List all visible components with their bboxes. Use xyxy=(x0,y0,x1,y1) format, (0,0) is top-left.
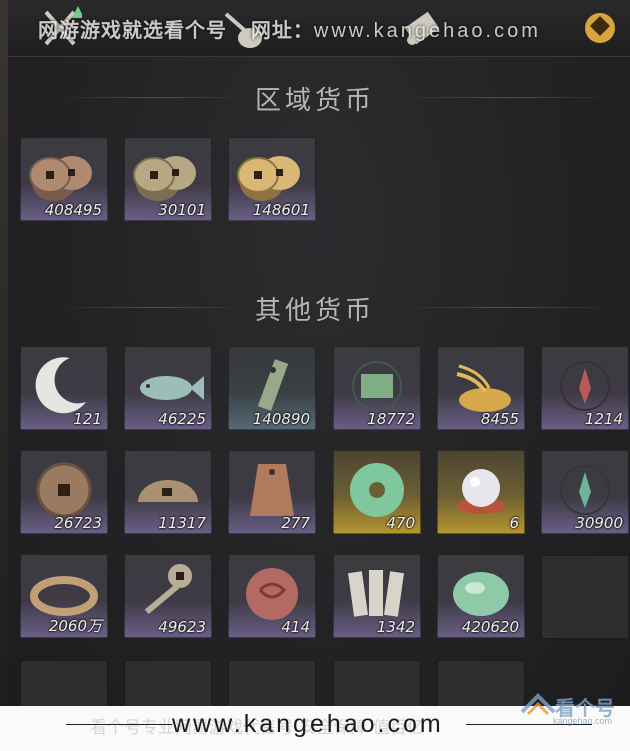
currency-slot[interactable]: 420620 xyxy=(437,554,525,638)
currency-tab-icon[interactable] xyxy=(578,6,622,50)
currency-count: 140890 xyxy=(252,410,310,428)
currency-slot[interactable]: 140890 xyxy=(228,346,316,430)
currency-count: 277 xyxy=(281,514,310,532)
currency-slot[interactable]: 46225 xyxy=(124,346,212,430)
section-title-regional: 区域货币 xyxy=(254,86,375,116)
currency-count: 6 xyxy=(509,514,519,532)
currency-count: 414 xyxy=(281,618,310,636)
currency-count: 30101 xyxy=(158,201,206,219)
currency-slot[interactable]: 408495 xyxy=(20,137,108,221)
currency-slot[interactable]: 414 xyxy=(228,554,316,638)
currency-count: 18772 xyxy=(367,410,415,428)
currency-slot[interactable]: 277 xyxy=(228,450,316,534)
currency-count: 11317 xyxy=(158,514,206,532)
section-title-other: 其他货币 xyxy=(254,296,375,326)
footer-url: www.kangehao.com xyxy=(172,710,444,738)
currency-count: 420620 xyxy=(461,618,519,636)
currency-slot[interactable]: 6 xyxy=(437,450,525,534)
currency-slot[interactable]: 30900 xyxy=(541,450,629,534)
currency-slot[interactable]: 8455 xyxy=(437,346,525,430)
watermark-logo-sub: kangehao.com xyxy=(553,716,613,726)
currency-slot[interactable]: 2060万 xyxy=(20,554,108,638)
currency-count: 470 xyxy=(386,514,415,532)
empty-slot xyxy=(541,555,629,639)
currency-count: 2060万 xyxy=(48,617,102,635)
currency-count: 148601 xyxy=(252,201,310,219)
watermark-logo-icon xyxy=(520,693,556,716)
currency-slot[interactable]: 121 xyxy=(20,346,108,430)
top-watermark: 网游游戏就选看个号 网址：www.kangehao.com xyxy=(38,18,541,42)
currency-count: 1214 xyxy=(584,410,623,428)
footer-line-left xyxy=(66,724,172,725)
currency-slot[interactable]: 49623 xyxy=(124,554,212,638)
currency-count: 408495 xyxy=(44,201,102,219)
currency-slot[interactable]: 18772 xyxy=(333,346,421,430)
currency-slot[interactable]: 148601 xyxy=(228,137,316,221)
currency-slot[interactable]: 470 xyxy=(333,450,421,534)
currency-count: 26723 xyxy=(54,514,102,532)
currency-count: 121 xyxy=(73,410,102,428)
currency-count: 46225 xyxy=(158,410,206,428)
currency-count: 8455 xyxy=(480,410,519,428)
top-toolbar: 网游游戏就选看个号 网址：www.kangehao.com xyxy=(8,0,630,57)
currency-slot[interactable]: 11317 xyxy=(124,450,212,534)
currency-slot[interactable]: 26723 xyxy=(20,450,108,534)
currency-count: 49623 xyxy=(158,618,206,636)
currency-count: 1342 xyxy=(376,618,415,636)
currency-count: 30900 xyxy=(575,514,623,532)
currency-slot[interactable]: 1214 xyxy=(541,346,629,430)
currency-slot[interactable]: 1342 xyxy=(333,554,421,638)
currency-slot[interactable]: 30101 xyxy=(124,137,212,221)
